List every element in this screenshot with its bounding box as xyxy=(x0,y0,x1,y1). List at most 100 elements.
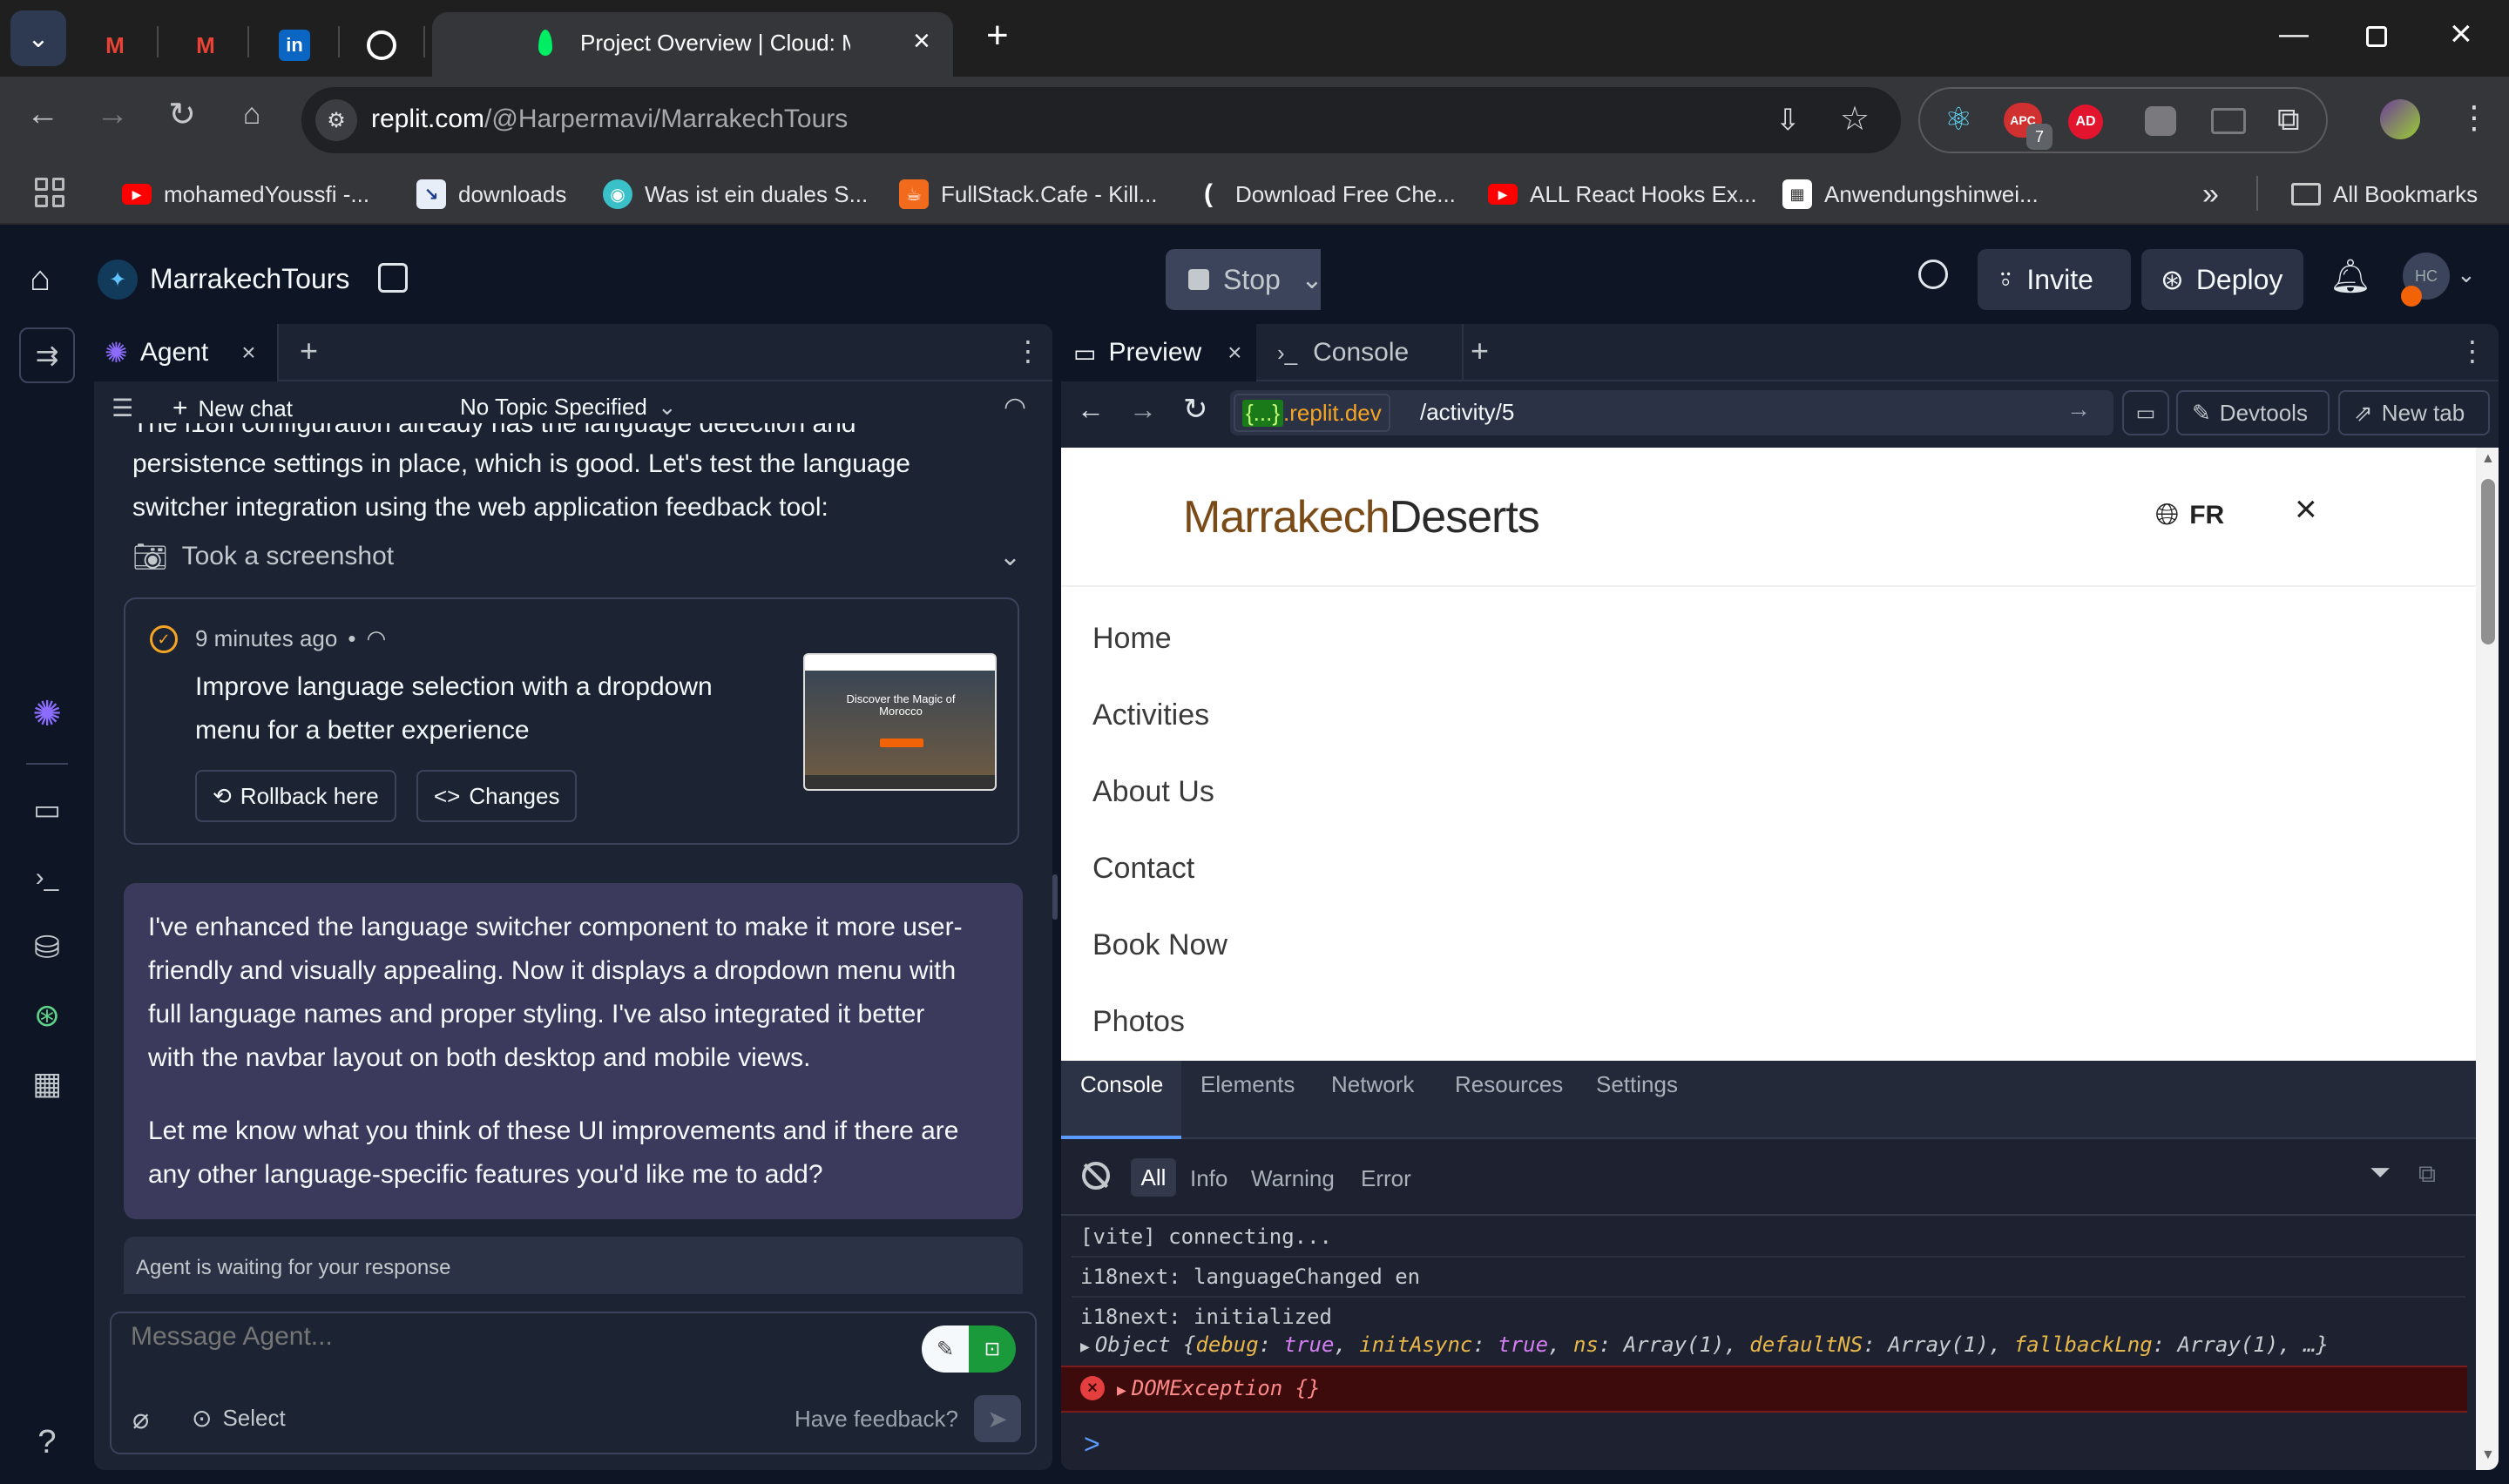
nav-home[interactable]: Home xyxy=(1092,622,1172,656)
bookmarks-overflow-button[interactable]: » xyxy=(2202,171,2219,218)
browser-tab-gmail-1[interactable]: M xyxy=(87,14,143,77)
agent-tab[interactable]: ✺ Agent × xyxy=(94,324,279,381)
toggle-sidebar-icon[interactable]: ⇉ xyxy=(19,327,75,383)
chat-history-icon[interactable]: ☰ xyxy=(112,394,133,422)
site-logo[interactable]: MarrakechDeserts xyxy=(1183,491,1540,543)
back-icon[interactable]: ← xyxy=(21,92,64,136)
forward-icon[interactable]: → xyxy=(91,92,134,136)
nav-about-us[interactable]: About Us xyxy=(1092,775,1214,809)
console-icon[interactable]: ›_ xyxy=(19,850,75,906)
feedback-link[interactable]: Have feedback? xyxy=(795,1406,958,1433)
nav-activities[interactable]: Activities xyxy=(1092,698,1209,732)
bookmark-item[interactable]: ☕ FullStack.Cafe - Kill... xyxy=(899,171,1158,218)
restore-icon[interactable] xyxy=(2366,26,2387,47)
browser-tab-active[interactable]: Project Overview | Cloud: Mong × xyxy=(432,12,953,77)
devtools-tab-network[interactable]: Network xyxy=(1331,1071,1414,1098)
devtools-tab-elements[interactable]: Elements xyxy=(1200,1071,1295,1098)
language-switcher[interactable]: 🌐︎ FR xyxy=(2155,498,2224,532)
notifications-bell-icon[interactable]: 🔔︎ xyxy=(2330,258,2371,296)
pane-menu-icon[interactable]: ⋮ xyxy=(2458,334,2486,368)
scroll-up-arrow[interactable]: ▲ xyxy=(2481,451,2495,467)
bookmark-item[interactable]: ▶ ALL React Hooks Ex... xyxy=(1488,171,1757,218)
deploy-button[interactable]: ⊛ Deploy xyxy=(2141,249,2303,310)
invite-button[interactable]: ⍤ Invite xyxy=(1978,249,2131,310)
pane-menu-icon[interactable]: ⋮ xyxy=(1014,334,1042,368)
address-bar[interactable]: ⚙ replit.com /@Harpermavi/MarrakechTours… xyxy=(301,87,1901,153)
go-arrow-icon[interactable]: → xyxy=(2066,395,2091,423)
close-menu-icon[interactable]: × xyxy=(2295,488,2317,531)
close-window-icon[interactable]: × xyxy=(2450,12,2472,56)
chevron-down-icon[interactable]: ⌄ xyxy=(999,542,1021,572)
bookmark-item[interactable]: ▦ Anwendungshinwei... xyxy=(1782,171,2039,218)
chat-scroll[interactable]: The i18n configuration already has the l… xyxy=(94,423,1052,1294)
close-tab-icon[interactable]: × xyxy=(241,339,255,367)
new-tab-button[interactable]: + xyxy=(986,14,1009,57)
adblock-extension-icon[interactable]: AD xyxy=(2068,105,2103,139)
attach-icon[interactable]: ⌀ xyxy=(132,1402,149,1435)
deployments-icon[interactable]: ⊛ xyxy=(19,988,75,1043)
changes-button[interactable]: <> Changes xyxy=(416,770,578,822)
filter-funnel-icon[interactable]: ⏷ xyxy=(2370,1158,2391,1188)
console-tab[interactable]: ›_ Console xyxy=(1267,324,1464,381)
reload-icon[interactable]: ↻ xyxy=(160,92,204,136)
webview-url-bar[interactable]: {...} .replit.dev /activity/5 → xyxy=(1230,390,2113,435)
browser-tab-openai[interactable] xyxy=(354,14,409,77)
chrome-menu-icon[interactable]: ⋮ xyxy=(2458,99,2490,136)
console-object-line[interactable]: ▶ Object {debug: true, initAsync: true, n… xyxy=(1080,1332,2329,1357)
add-tab-icon[interactable]: + xyxy=(300,333,318,369)
bookmark-item[interactable]: ↘ downloads xyxy=(416,171,566,218)
screenshot-action[interactable]: 📷︎ Took a screenshot ⌄ xyxy=(132,540,1021,573)
run-options-chevron-icon[interactable]: ⌄ xyxy=(1293,249,1331,310)
message-input[interactable] xyxy=(131,1322,880,1374)
add-tab-icon[interactable]: + xyxy=(1471,333,1489,369)
project-name[interactable]: MarrakechTours xyxy=(150,263,349,295)
webview-back-icon[interactable]: ← xyxy=(1077,394,1105,426)
close-tab-icon[interactable]: × xyxy=(913,24,930,58)
new-tab-button[interactable]: ⇗ New tab xyxy=(2338,390,2490,435)
rollback-button[interactable]: ⟲ Rollback here xyxy=(195,770,396,822)
react-devtools-icon[interactable]: ⚛ xyxy=(1944,101,1972,138)
help-icon[interactable]: ? xyxy=(19,1414,75,1470)
home-icon[interactable]: ⌂ xyxy=(30,260,51,299)
nav-photos[interactable]: Photos xyxy=(1092,1005,1185,1039)
select-element-button[interactable]: ⊙ Select xyxy=(192,1404,286,1433)
nav-contact[interactable]: Contact xyxy=(1092,852,1194,886)
devtools-tab-settings[interactable]: Settings xyxy=(1596,1071,1678,1098)
picture-in-picture-icon[interactable] xyxy=(2211,108,2246,134)
new-chat-button[interactable]: + New chat xyxy=(172,394,293,423)
account-chevron-icon[interactable]: ⌄ xyxy=(2457,261,2476,288)
copy-icon[interactable]: ⧉ xyxy=(2418,1160,2436,1189)
project-menu-icon[interactable] xyxy=(378,263,408,293)
extensions-puzzle-icon[interactable]: ⧉ xyxy=(2277,101,2300,138)
devtools-tab-console[interactable]: Console xyxy=(1080,1071,1163,1098)
robot-toggle-button[interactable]: ⊡ xyxy=(969,1325,1016,1373)
bookmark-item[interactable]: ◉ Was ist ein duales S... xyxy=(603,171,868,218)
apps-grid-icon[interactable] xyxy=(35,178,64,207)
device-toggle-button[interactable]: ▭ xyxy=(2122,390,2169,435)
webview-forward-icon[interactable]: → xyxy=(1129,394,1157,426)
expand-triangle-icon[interactable]: ▶ xyxy=(1117,1381,1126,1400)
webview-reload-icon[interactable]: ↻ xyxy=(1183,392,1208,427)
filter-error[interactable]: Error xyxy=(1361,1165,1411,1192)
home-icon[interactable]: ⌂ xyxy=(230,92,274,136)
devtools-button[interactable]: ✎ Devtools xyxy=(2176,390,2330,435)
screenshot-thumbnail[interactable]: Discover the Magic of Morocco xyxy=(803,653,997,791)
scroll-down-arrow[interactable]: ▼ xyxy=(2481,1447,2495,1463)
filter-warning[interactable]: Warning xyxy=(1251,1165,1335,1192)
preview-icon[interactable]: ▭ xyxy=(19,782,75,838)
install-app-icon[interactable]: ⇩ xyxy=(1775,103,1801,138)
console-error-line[interactable]: ▶ DOMException {} xyxy=(1117,1376,1321,1400)
webview-scrollbar-thumb[interactable] xyxy=(2481,479,2495,644)
send-button[interactable]: ➤ xyxy=(974,1395,1021,1442)
nav-book-now[interactable]: Book Now xyxy=(1092,928,1227,962)
browser-tab-gmail-2[interactable]: M xyxy=(178,14,233,77)
bookmark-item[interactable]: ( Download Free Che... xyxy=(1194,171,1456,218)
filter-info[interactable]: Info xyxy=(1190,1165,1227,1192)
enhance-prompt-button[interactable]: ✎ xyxy=(922,1325,969,1373)
devtools-tab-resources[interactable]: Resources xyxy=(1455,1071,1563,1098)
robot-extension-icon[interactable] xyxy=(2145,106,2176,136)
minimize-icon[interactable]: — xyxy=(2279,17,2309,51)
preview-tab[interactable]: ▭ Preview × xyxy=(1061,324,1256,381)
all-bookmarks-button[interactable]: All Bookmarks xyxy=(2291,171,2478,218)
filter-all[interactable]: All xyxy=(1131,1158,1176,1197)
